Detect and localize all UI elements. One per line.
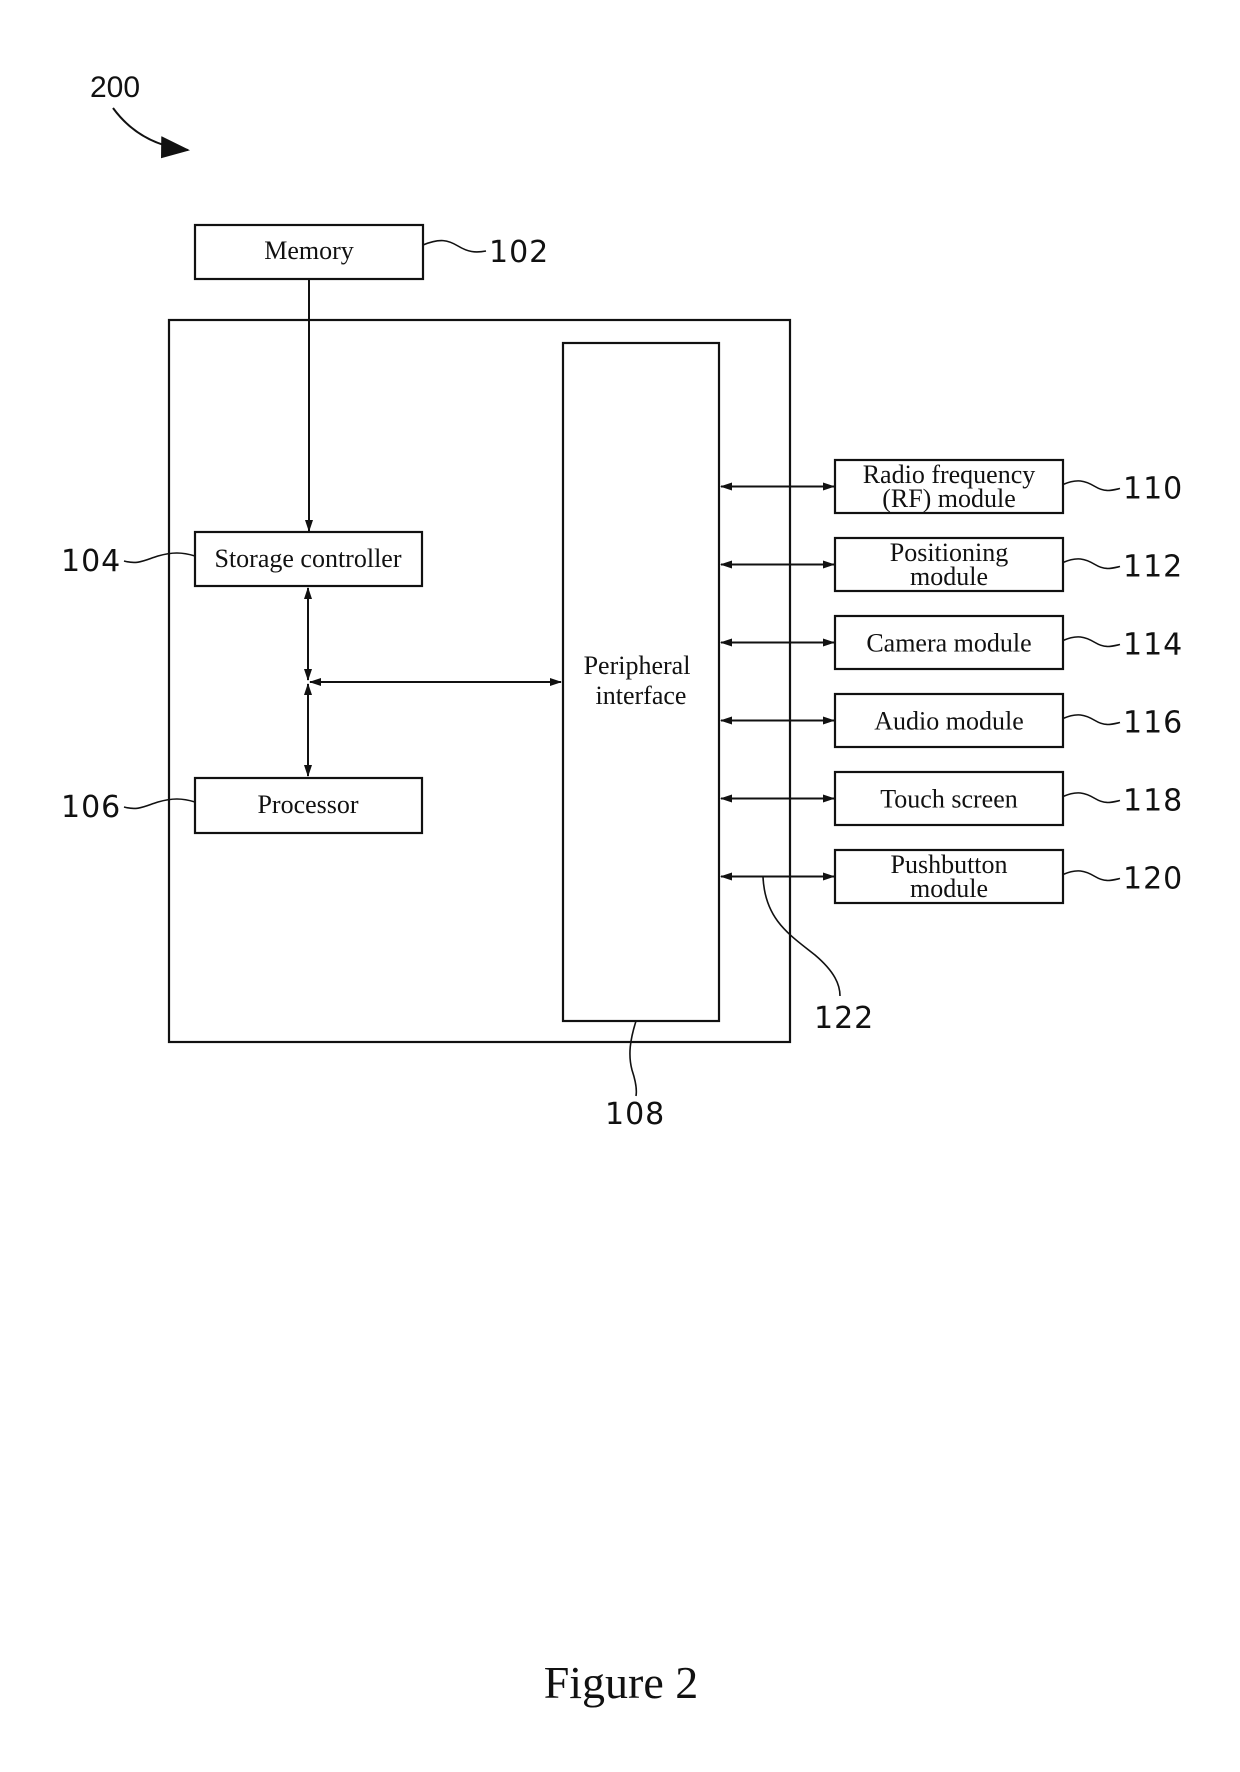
storage-controller-label: Storage controller: [215, 544, 402, 573]
bus-ref: 122: [814, 1001, 874, 1036]
module-ref: 118: [1123, 784, 1183, 819]
processor-block: Processor: [193, 776, 424, 835]
storage-controller-ref: 104: [61, 544, 121, 579]
memory-block: Memory: [193, 223, 425, 281]
peripheral-interface-label-line-2: interface: [596, 681, 687, 710]
module-label-line: (RF) module: [882, 484, 1016, 513]
module-ref: 120: [1123, 862, 1183, 897]
processor-label: Processor: [257, 790, 358, 819]
module-label-line: module: [910, 562, 988, 591]
module-ref: 110: [1123, 472, 1183, 507]
memory-leader-line: [422, 239, 487, 253]
module-ref: 116: [1123, 706, 1183, 741]
figure-pointer-arrow: [112, 107, 190, 159]
module-leader-line: [1062, 636, 1121, 648]
peripheral-interface-block: Peripheral interface: [561, 341, 721, 1023]
module-leader-line: [1062, 714, 1121, 726]
figure-number-label: 200: [90, 71, 140, 104]
module-label-line: module: [910, 874, 988, 903]
peripheral-interface-label-line-1: Peripheral: [584, 651, 691, 680]
processor-ref: 106: [61, 790, 121, 825]
peripheral-interface-ref: 108: [605, 1097, 665, 1132]
module-leader-line: [1062, 558, 1121, 570]
module-ref: 112: [1123, 550, 1183, 585]
module-label-line: Audio module: [874, 707, 1024, 736]
module-label-line: Touch screen: [880, 785, 1018, 814]
module-leader-line: [1062, 870, 1121, 882]
module-leader-line: [1062, 792, 1121, 804]
module-leader-line: [1062, 480, 1121, 492]
block-diagram: 200 Memory 102 Storage controller 104 Pr…: [61, 71, 1183, 1708]
storage-controller-block: Storage controller: [193, 530, 424, 588]
figure-caption: Figure 2: [544, 1657, 699, 1708]
module-ref: 114: [1123, 628, 1183, 663]
memory-label: Memory: [264, 236, 354, 265]
module-label-line: Camera module: [866, 629, 1031, 658]
memory-ref: 102: [489, 235, 549, 270]
